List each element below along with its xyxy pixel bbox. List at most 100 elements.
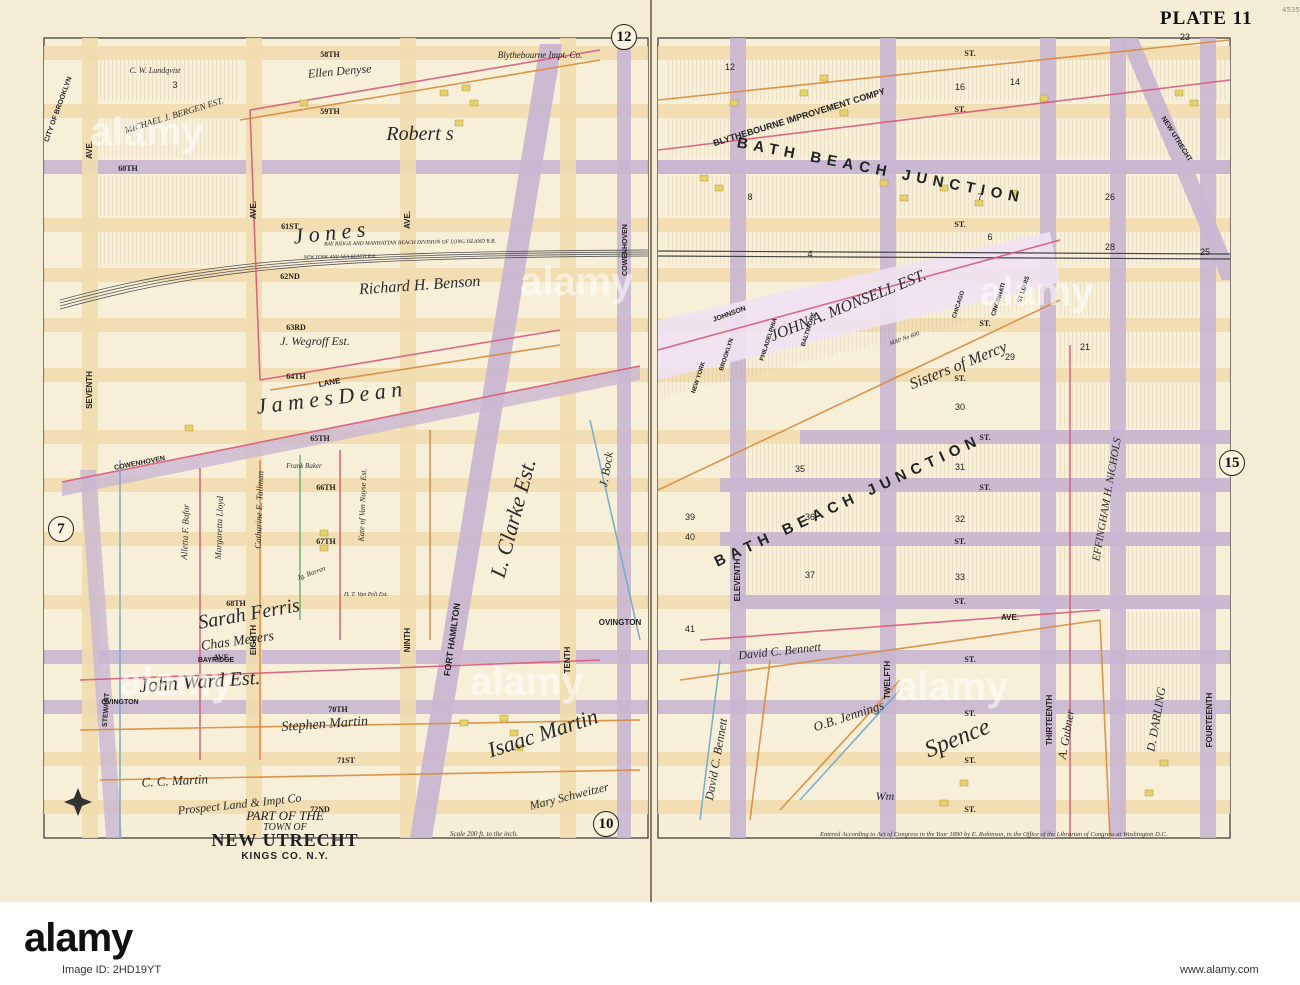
block-number: 25 — [1200, 247, 1210, 257]
building — [1159, 759, 1169, 767]
estate-label-vanpelt: H. T. Van Pelt Est. — [343, 592, 388, 598]
street-label-st: ST. — [964, 805, 975, 814]
building — [499, 714, 509, 722]
building — [1189, 99, 1199, 107]
block-number: 4 — [807, 249, 812, 259]
building — [459, 719, 469, 727]
lot-hatching — [1060, 382, 1200, 428]
building — [899, 194, 909, 202]
lot-hatching — [1060, 492, 1200, 532]
lot-hatching — [1060, 546, 1200, 594]
street-band — [44, 368, 648, 382]
block-number: 14 — [1010, 77, 1020, 87]
block-number: 32 — [955, 514, 965, 524]
street-band-purple — [720, 478, 1230, 492]
street-label-st: ST. — [964, 709, 975, 718]
block-number: 39 — [685, 512, 695, 522]
block-number: 7 — [977, 192, 982, 202]
label-ave: AVE. — [249, 201, 258, 219]
block-number: 31 — [955, 462, 965, 472]
avenue-band — [730, 38, 746, 838]
avenue-label-eleventh: ELEVENTH — [733, 558, 742, 601]
label-ovington: OVINGTON — [599, 618, 642, 627]
estate-label-bufor: Alletta F. Bufor — [179, 503, 191, 560]
street-label-st71: 71ST — [337, 756, 355, 765]
block-number: 35 — [795, 464, 805, 474]
footer-bar — [0, 902, 1300, 985]
building — [299, 99, 309, 107]
building — [699, 174, 709, 182]
street-label-st: ST. — [964, 49, 975, 58]
street-band-purple — [740, 595, 1230, 609]
street-label-st62: 62ND — [280, 272, 300, 281]
block-number: 40 — [685, 532, 695, 542]
watermark: alamy — [120, 660, 234, 704]
avenue-label-ninth: NINTH — [403, 628, 412, 653]
watermark: alamy — [895, 665, 1009, 709]
building — [729, 99, 739, 107]
lot-hatching — [90, 232, 240, 266]
street-band-purple — [800, 430, 1230, 444]
title-line4: KINGS CO. N.Y. — [241, 851, 329, 862]
block-number: 41 — [685, 624, 695, 634]
image-id: Image ID: 2HD19YT — [62, 964, 162, 976]
map-title-block: PART OF THE TOWN OF NEW UTRECHT KINGS CO… — [190, 808, 380, 862]
building — [439, 89, 449, 97]
watermark: alamy — [90, 110, 204, 154]
block-number: 21 — [1080, 342, 1090, 352]
street-label-st70: 70TH — [328, 705, 348, 714]
avenue-label-thirteenth: THIRTEENTH — [1045, 694, 1054, 745]
block-number: 16 — [955, 82, 965, 92]
scale-note: Scale 200 ft. to the inch. — [450, 830, 518, 838]
city-block — [44, 492, 648, 532]
block-number: 3 — [172, 80, 177, 90]
street-label-st: ST. — [979, 319, 990, 328]
block-number: 8 — [747, 192, 752, 202]
block-number: 12 — [725, 62, 735, 72]
building — [1039, 94, 1049, 102]
plate-label: PLATE 11 — [1160, 8, 1253, 29]
sheet-number-top[interactable]: 12 — [611, 24, 637, 50]
street-band — [44, 532, 648, 546]
street-label-st59: 59TH — [320, 107, 340, 116]
building — [461, 84, 471, 92]
title-line3: NEW UTRECHT — [211, 830, 359, 850]
avenue-label-seventh: SEVENTH — [85, 371, 94, 409]
building — [454, 119, 464, 127]
building — [879, 179, 889, 187]
watermark: alamy — [980, 270, 1094, 314]
city-block — [44, 546, 648, 595]
street-label-st60: 60TH — [118, 164, 138, 173]
sheet-number-right[interactable]: 15 — [1219, 450, 1245, 476]
block-number: 29 — [1005, 352, 1015, 362]
atlas-page: 58TH 59TH 60TH 61ST 62ND 63RD 64TH 65TH 66TH 67TH… — [0, 0, 1300, 985]
block-number: 23 — [1180, 32, 1190, 42]
street-label-st58: 58TH — [320, 50, 340, 59]
street-label-st: ST. — [964, 756, 975, 765]
street-label-st66: 66TH — [316, 483, 336, 492]
city-block — [44, 609, 648, 650]
building — [959, 779, 969, 787]
building — [839, 109, 849, 117]
estate-label-wm: Wm — [876, 789, 895, 803]
building — [184, 424, 194, 432]
avenue-band — [880, 38, 896, 838]
watermark: alamy — [470, 660, 584, 704]
building — [1174, 89, 1184, 97]
estate-label-wegroff: J. Wegroff Est. — [280, 334, 350, 348]
building — [469, 99, 479, 107]
estate-label-lundqvist: C. W. Lundqvist — [130, 66, 182, 75]
street-label-st65: 65TH — [310, 434, 330, 443]
street-label-st: ST. — [979, 483, 990, 492]
street-label-st: ST. — [954, 105, 965, 114]
alamy-logo[interactable]: alamy — [24, 916, 133, 961]
footer-url[interactable]: www.alamy.com — [1180, 964, 1259, 976]
block-number: 30 — [955, 402, 965, 412]
street-label-st: ST. — [954, 220, 965, 229]
block-number: 37 — [805, 570, 815, 580]
estate-label-baker: Frank Baker — [285, 462, 322, 470]
sheet-number-left[interactable]: 7 — [48, 516, 74, 542]
building — [319, 529, 329, 537]
block-number: 36 — [805, 512, 815, 522]
sheet-number-bottom[interactable]: 10 — [593, 811, 619, 837]
